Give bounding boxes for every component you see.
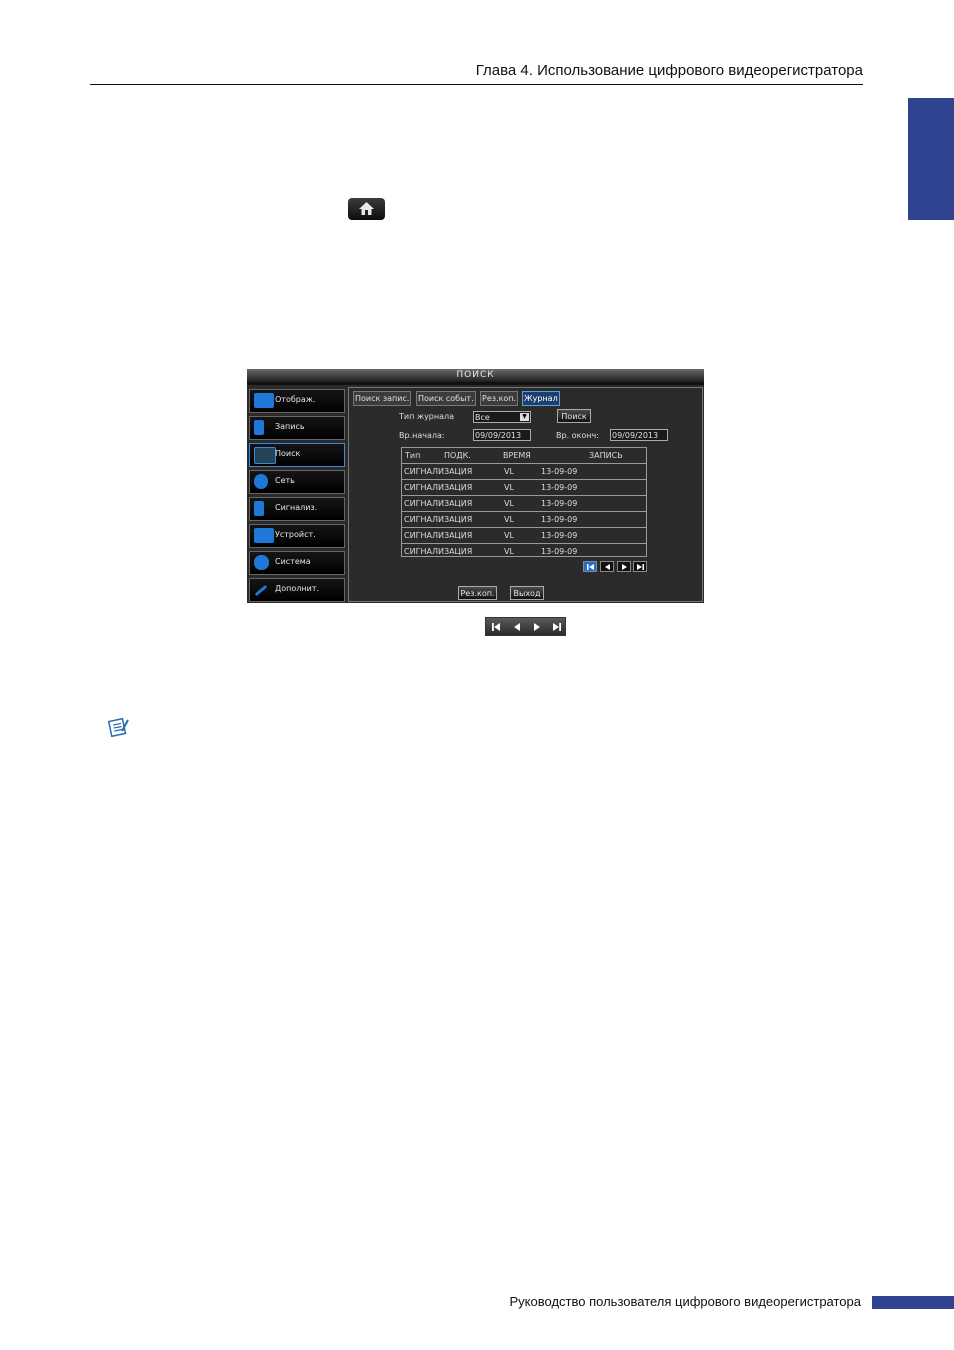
- footer-accent-bar: [872, 1296, 954, 1309]
- cell-time: 13-09-09: [541, 499, 578, 508]
- col-channel: ПОДК.: [444, 451, 471, 460]
- log-type-label: Тип журнала: [399, 412, 455, 421]
- menu-item-label: Устройст.: [275, 530, 316, 539]
- menu-item-record[interactable]: Запись: [249, 416, 345, 440]
- log-table: Тип ПОДК. ВРЕМЯ ЗАПИСЬ СИГНАЛИЗАЦИЯ VL 1…: [401, 447, 647, 557]
- dvr-search-screenshot: ПОИСК Отображ. Запись Поиск Сеть Сигнали…: [247, 369, 704, 603]
- cell-type: СИГНАЛИЗАЦИЯ: [404, 531, 473, 540]
- search-button[interactable]: Поиск: [557, 409, 591, 423]
- menu-item-label: Отображ.: [275, 395, 316, 404]
- tab-log[interactable]: Журнал: [522, 391, 560, 406]
- table-row[interactable]: СИГНАЛИЗАЦИЯ VL 13-09-09: [402, 463, 646, 478]
- prev-page-button[interactable]: [600, 561, 614, 572]
- skip-last-icon: [553, 623, 561, 631]
- dvr-search-panel: Поиск запис. Поиск событ. Рез.коп. Журна…: [348, 387, 703, 602]
- table-row[interactable]: СИГНАЛИЗАЦИЯ VL 13-09-09: [402, 511, 646, 526]
- cell-type: СИГНАЛИЗАЦИЯ: [404, 467, 473, 476]
- next-icon: [622, 564, 627, 570]
- last-page-button[interactable]: [633, 561, 647, 572]
- menu-item-advanced[interactable]: Дополнит.: [249, 578, 345, 602]
- table-row[interactable]: СИГНАЛИЗАЦИЯ VL 13-09-09: [402, 527, 646, 542]
- cell-channel: VL: [504, 483, 514, 492]
- tab-event-search[interactable]: Поиск событ.: [416, 391, 476, 406]
- monitor-icon: [254, 393, 274, 408]
- record-icon: [254, 420, 264, 435]
- page-navigation-illustration: [485, 617, 566, 636]
- cell-channel: VL: [504, 531, 514, 540]
- end-time-field[interactable]: 09/09/2013: [610, 429, 668, 441]
- search-icon: [254, 447, 276, 464]
- footer-manual-title: Руководство пользователя цифрового видео…: [509, 1294, 861, 1309]
- menu-item-label: Система: [275, 557, 311, 566]
- skip-first-icon: [587, 564, 594, 570]
- cell-time: 13-09-09: [541, 547, 578, 556]
- cell-type: СИГНАЛИЗАЦИЯ: [404, 499, 473, 508]
- menu-item-device[interactable]: Устройст.: [249, 524, 345, 548]
- cell-type: СИГНАЛИЗАЦИЯ: [404, 547, 473, 556]
- next-icon: [534, 623, 540, 631]
- col-time: ВРЕМЯ: [503, 451, 531, 460]
- home-button-illustration: [348, 198, 385, 220]
- menu-item-label: Сеть: [275, 476, 295, 485]
- cell-channel: VL: [504, 467, 514, 476]
- gear-icon: [254, 555, 269, 570]
- start-time-field[interactable]: 09/09/2013: [473, 429, 531, 441]
- table-row[interactable]: СИГНАЛИЗАЦИЯ VL 13-09-09: [402, 479, 646, 494]
- alarm-icon: [254, 501, 264, 516]
- cell-time: 13-09-09: [541, 467, 578, 476]
- prev-icon: [514, 623, 520, 631]
- cell-time: 13-09-09: [541, 531, 578, 540]
- table-row[interactable]: СИГНАЛИЗАЦИЯ VL 13-09-09: [402, 543, 646, 558]
- chevron-down-icon: ▼: [520, 413, 529, 421]
- tab-record-search[interactable]: Поиск запис.: [353, 391, 412, 406]
- prev-icon: [605, 564, 610, 570]
- log-type-value: Все: [475, 413, 490, 422]
- cell-time: 13-09-09: [541, 483, 578, 492]
- log-type-select[interactable]: Все ▼: [473, 411, 531, 423]
- menu-item-label: Запись: [275, 422, 305, 431]
- menu-item-display[interactable]: Отображ.: [249, 389, 345, 413]
- note-icon: [108, 717, 129, 737]
- cell-channel: VL: [504, 499, 514, 508]
- header-rule: [90, 84, 863, 85]
- cell-channel: VL: [504, 547, 514, 556]
- skip-last-icon: [637, 564, 644, 570]
- backup-button[interactable]: Рез.коп.: [458, 586, 497, 600]
- cell-type: СИГНАЛИЗАЦИЯ: [404, 515, 473, 524]
- menu-item-network[interactable]: Сеть: [249, 470, 345, 494]
- menu-item-label: Поиск: [275, 449, 301, 458]
- dvr-title-separator: [247, 382, 704, 385]
- cell-channel: VL: [504, 515, 514, 524]
- end-time-label: Вр. оконч:: [556, 431, 599, 440]
- start-time-label: Вр.начала:: [399, 431, 445, 440]
- chapter-side-tab: [908, 98, 954, 220]
- log-table-header: Тип ПОДК. ВРЕМЯ ЗАПИСЬ: [402, 448, 646, 463]
- menu-item-label: Сигнализ.: [275, 503, 318, 512]
- tab-backup[interactable]: Рез.коп.: [480, 391, 519, 406]
- table-row[interactable]: СИГНАЛИЗАЦИЯ VL 13-09-09: [402, 495, 646, 510]
- exit-button[interactable]: Выход: [510, 586, 544, 600]
- menu-item-system[interactable]: Система: [249, 551, 345, 575]
- wrench-icon: [254, 584, 268, 597]
- globe-icon: [254, 474, 268, 489]
- device-icon: [254, 528, 274, 543]
- menu-item-alarm[interactable]: Сигнализ.: [249, 497, 345, 521]
- menu-item-search[interactable]: Поиск: [249, 443, 345, 467]
- col-type: Тип: [405, 451, 421, 460]
- dvr-window-title: ПОИСК: [247, 369, 704, 382]
- col-record: ЗАПИСЬ: [589, 451, 623, 460]
- chapter-header-title: Глава 4. Использование цифрового видеоре…: [475, 62, 863, 79]
- menu-item-label: Дополнит.: [275, 584, 320, 593]
- first-page-button[interactable]: [583, 561, 597, 572]
- skip-first-icon: [492, 623, 500, 631]
- home-icon: [359, 202, 374, 215]
- next-page-button[interactable]: [617, 561, 631, 572]
- cell-time: 13-09-09: [541, 515, 578, 524]
- cell-type: СИГНАЛИЗАЦИЯ: [404, 483, 473, 492]
